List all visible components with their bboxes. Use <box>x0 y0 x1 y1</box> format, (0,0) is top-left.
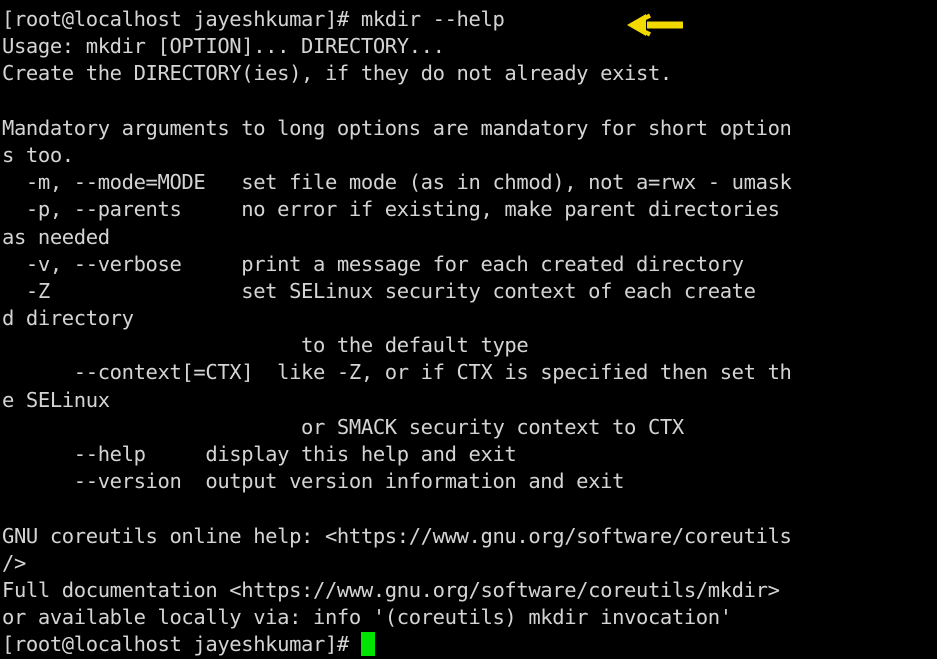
terminal-line: s too. <box>2 142 74 167</box>
terminal-window[interactable]: [root@localhost jayeshkumar]# mkdir --he… <box>0 0 937 657</box>
terminal-line: -v, --verbose print a message for each c… <box>2 251 744 276</box>
terminal-line: Usage: mkdir [OPTION]... DIRECTORY... <box>2 34 445 59</box>
terminal-line: Create the DIRECTORY(ies), if they do no… <box>2 61 672 86</box>
terminal-line: --version output version information and… <box>2 469 625 494</box>
terminal-line: /> <box>2 550 26 575</box>
terminal-line: -p, --parents no error if existing, make… <box>2 197 780 222</box>
terminal-line: [root@localhost jayeshkumar]# mkdir --he… <box>2 7 505 31</box>
terminal-line: Mandatory arguments to long options are … <box>2 115 792 140</box>
terminal-line: e SELinux <box>2 387 110 412</box>
terminal-prompt-line[interactable]: [root@localhost jayeshkumar]# <box>2 631 937 658</box>
terminal-line: Full documentation <https://www.gnu.org/… <box>2 577 780 602</box>
terminal-output-buffer[interactable]: [root@localhost jayeshkumar]# mkdir --he… <box>2 6 937 659</box>
terminal-line: or SMACK security context to CTX <box>2 414 684 439</box>
terminal-line: GNU coreutils online help: <https://www.… <box>2 523 792 548</box>
terminal-line: to the default type <box>2 333 529 358</box>
terminal-line: -m, --mode=MODE set file mode (as in chm… <box>2 170 792 195</box>
terminal-line: or available locally via: info '(coreuti… <box>2 605 732 630</box>
terminal-line: -Z set SELinux security context of each … <box>2 278 756 303</box>
terminal-line: d directory <box>2 306 134 331</box>
terminal-line: as needed <box>2 224 110 249</box>
shell-prompt: [root@localhost jayeshkumar]# <box>2 632 361 657</box>
terminal-line: --help display this help and exit <box>2 442 517 466</box>
terminal-line: --context[=CTX] like -Z, or if CTX is sp… <box>2 360 792 385</box>
text-cursor <box>360 632 376 657</box>
